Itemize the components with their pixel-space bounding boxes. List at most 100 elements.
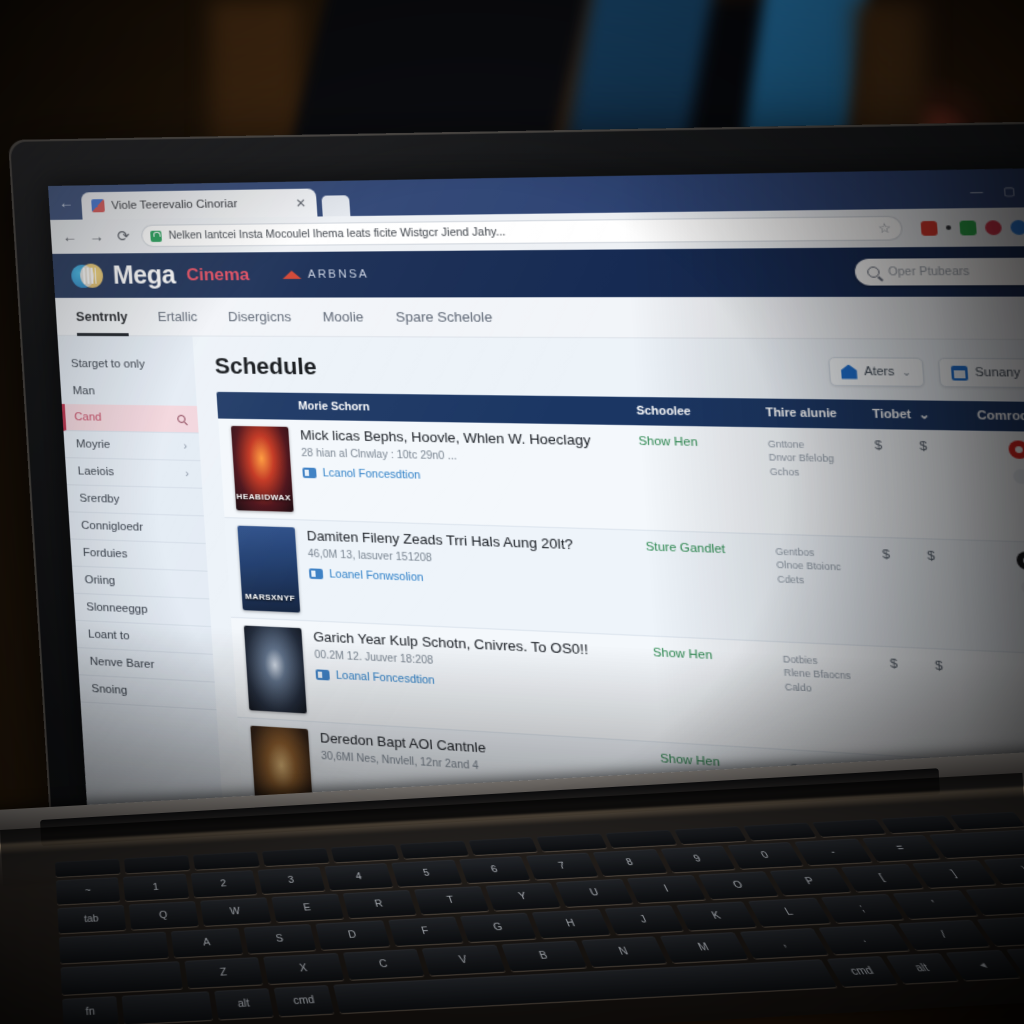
tab-spare-schedule[interactable]: Spare Schelole (394, 297, 493, 337)
key-l[interactable]: L (748, 897, 831, 927)
close-icon[interactable]: ✕ (295, 195, 307, 210)
key-3[interactable]: 3 (257, 866, 326, 894)
key-f8[interactable] (605, 829, 678, 848)
tab-sentrnly[interactable]: Sentrnly (75, 297, 129, 335)
movie-link[interactable]: Lcanol Foncesdtion (302, 467, 632, 488)
schedule-cell[interactable]: Show Hen (652, 644, 788, 741)
filter-theatre-button[interactable]: Aters ⌄ (827, 357, 925, 387)
maximize-icon[interactable]: ▢ (1003, 186, 1016, 199)
key-0[interactable]: 0 (727, 842, 804, 869)
extension-icon-dot[interactable] (945, 225, 952, 230)
key-7[interactable]: 7 (525, 852, 599, 880)
key-x[interactable]: ] (912, 860, 997, 888)
browser-tab[interactable]: Viole Teerevalio Cinoriar ✕ (80, 188, 318, 220)
sidebar-item-man[interactable]: Man (60, 377, 197, 406)
key-x[interactable]: X (263, 952, 345, 985)
key-x[interactable]: ; (820, 893, 905, 923)
key-f1[interactable] (123, 855, 190, 874)
key-f11[interactable] (812, 818, 887, 837)
key-4[interactable]: 4 (324, 863, 394, 891)
sidebar-item-cand[interactable]: Cand (61, 403, 199, 434)
key-1[interactable]: 1 (123, 873, 189, 902)
tab-ertallic[interactable]: Ertallic (156, 297, 198, 336)
key-v[interactable]: V (421, 944, 506, 976)
key-x[interactable]: / (897, 919, 991, 951)
filter-date-button[interactable]: Sunany ⌄ (937, 357, 1024, 389)
key-5[interactable]: 5 (391, 859, 463, 887)
key-alt[interactable]: alt (214, 988, 274, 1020)
tabstrip-back-icon[interactable]: ← (54, 194, 82, 219)
key-i[interactable]: I (627, 874, 707, 904)
search-icon[interactable] (177, 414, 186, 424)
secondary-action-icon[interactable] (1012, 468, 1024, 485)
sidebar-item-laeiois[interactable]: Laeiois › (65, 458, 203, 489)
back-icon[interactable]: ← (60, 228, 79, 245)
extension-icon-green[interactable] (959, 219, 977, 235)
sidebar-item-starget[interactable]: Starget to only (58, 350, 195, 378)
key-f6[interactable] (467, 837, 538, 856)
key-x[interactable]: - (794, 838, 873, 866)
key-w[interactable]: W (199, 897, 272, 926)
record-button-icon[interactable] (1008, 440, 1024, 460)
key-x[interactable]: . (818, 923, 910, 955)
column-ticket[interactable]: Tiobet ⌄ (872, 408, 978, 423)
key-cmd[interactable]: cmd (826, 956, 899, 987)
key-f2[interactable] (192, 851, 260, 870)
schedule-cell[interactable]: Sture Gandlet (645, 538, 781, 633)
movie-link[interactable]: Loanel Fonwsolion (308, 568, 640, 593)
key-a[interactable]: A (171, 927, 243, 958)
key-n[interactable]: N (580, 936, 668, 968)
key-shift[interactable] (60, 961, 183, 995)
key-z[interactable]: Z (184, 957, 264, 989)
key-x[interactable]: = (861, 835, 941, 862)
movie-title[interactable]: Mick licas Bephs, Hoovle, Whlen W. Hoecl… (300, 427, 630, 450)
key-g[interactable]: G (459, 912, 537, 943)
tab-disergicns[interactable]: Disergicns (227, 297, 293, 336)
key-f[interactable]: F (387, 916, 464, 947)
key-s[interactable]: S (243, 924, 317, 954)
movie-poster[interactable]: HEABIDWAX (230, 425, 294, 512)
record-button-icon[interactable] (1016, 551, 1024, 571)
key-cmd[interactable]: cmd (273, 985, 335, 1017)
key-f9[interactable] (674, 826, 747, 845)
key-alt[interactable]: alt (886, 952, 959, 984)
key-f5[interactable] (399, 840, 469, 859)
movie-poster[interactable] (243, 625, 307, 714)
key-e[interactable]: E (271, 893, 344, 923)
key-p[interactable]: P (769, 867, 852, 896)
key-x[interactable]: ~ (55, 877, 121, 905)
key-ctrl[interactable] (121, 991, 213, 1024)
key-fn[interactable]: fn (62, 996, 119, 1024)
key-x[interactable]: ' (892, 890, 978, 920)
key-2[interactable]: 2 (190, 870, 258, 898)
key-x[interactable]: [ (840, 863, 924, 892)
key-esc[interactable] (55, 858, 121, 878)
tab-moolie[interactable]: Moolie (321, 297, 364, 337)
sidebar-item-srerdby[interactable]: Srerdby (66, 485, 204, 517)
key-f3[interactable] (261, 847, 330, 867)
extension-icon-red[interactable] (920, 220, 938, 236)
key-y[interactable]: Y (484, 882, 562, 911)
key-f7[interactable] (536, 833, 608, 852)
secondary-action-icon[interactable] (1020, 579, 1024, 596)
schedule-cell[interactable]: Show Hen (638, 433, 774, 526)
key-delete[interactable] (928, 829, 1024, 859)
movie-poster[interactable]: MARSXNYF (236, 525, 300, 613)
key-h[interactable]: H (531, 908, 611, 939)
bookmark-star-icon[interactable]: ☆ (877, 220, 891, 236)
address-bar[interactable]: Nelken lantcei Insta Mocoulel Ihema leat… (140, 215, 904, 248)
key-q[interactable]: Q (128, 901, 199, 930)
reload-icon[interactable]: ⟳ (114, 227, 133, 245)
key-k[interactable]: K (676, 901, 758, 931)
extension-icon-rose[interactable] (984, 219, 1003, 235)
forward-icon[interactable]: → (87, 228, 106, 245)
key-d[interactable]: D (315, 920, 390, 950)
key-9[interactable]: 9 (660, 845, 736, 873)
key-f10[interactable] (743, 822, 817, 841)
key-8[interactable]: 8 (592, 849, 668, 877)
key-caps[interactable] (58, 931, 170, 964)
key-b[interactable]: B (501, 940, 587, 972)
new-tab-button[interactable] (321, 195, 351, 217)
key-f4[interactable] (330, 844, 399, 863)
key-o[interactable]: O (698, 871, 779, 900)
